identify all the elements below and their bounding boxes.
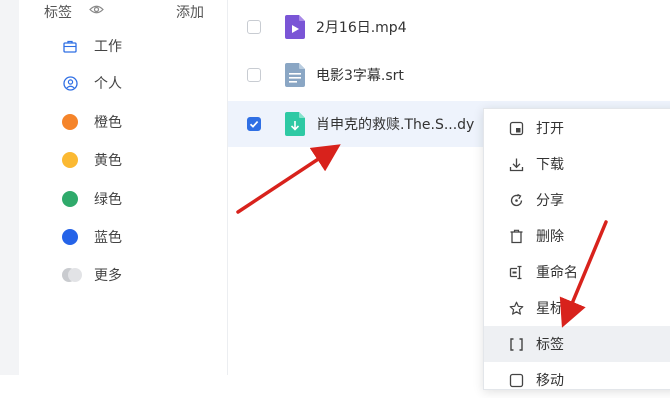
- tags-section-title: 标签: [44, 5, 72, 21]
- more-colors-icon: [62, 267, 82, 283]
- download-icon: [508, 156, 524, 172]
- file-name: 肖申克的救赎.The.S...dy: [316, 117, 475, 133]
- menu-item-label: 星标: [536, 301, 564, 317]
- menu-item-label: 移动: [536, 373, 564, 389]
- menu-item-rename[interactable]: 重命名: [484, 254, 670, 290]
- menu-item-label: 打开: [536, 121, 564, 137]
- eye-icon[interactable]: [89, 4, 104, 15]
- menu-item-label: 删除: [536, 229, 564, 245]
- add-tag-button[interactable]: 添加: [176, 2, 204, 22]
- menu-item-move[interactable]: 移动: [484, 362, 670, 398]
- sidebar-item-more[interactable]: 更多: [62, 263, 122, 287]
- sidebar-item-green[interactable]: 绿色: [62, 187, 122, 211]
- file-checkbox[interactable]: [247, 68, 261, 82]
- sidebar-item-work[interactable]: 工作: [62, 34, 122, 58]
- sidebar-item-label: 个人: [94, 76, 122, 92]
- sidebar-item-label: 工作: [94, 39, 122, 55]
- sidebar-item-label: 蓝色: [94, 230, 122, 246]
- person-icon: [62, 75, 78, 91]
- menu-item-label: 下载: [536, 157, 564, 173]
- green-dot-icon: [62, 191, 78, 207]
- left-gutter: [0, 0, 19, 375]
- text-file-icon: [285, 63, 305, 87]
- context-menu: 打开 下载 分享 删除 重命名 星标 标签 移动: [483, 108, 670, 390]
- sidebar-item-personal[interactable]: 个人: [62, 71, 122, 95]
- menu-item-tag[interactable]: 标签: [484, 326, 670, 362]
- sidebar-item-label: 黄色: [94, 153, 122, 169]
- star-icon: [508, 300, 524, 316]
- sidebar-item-label: 绿色: [94, 192, 122, 208]
- menu-item-label: 标签: [536, 337, 564, 353]
- trash-icon: [508, 228, 524, 244]
- rename-icon: [508, 264, 524, 280]
- download-file-icon: [285, 112, 305, 136]
- orange-dot-icon: [62, 114, 78, 130]
- yellow-dot-icon: [62, 152, 78, 168]
- menu-item-download[interactable]: 下载: [484, 146, 670, 182]
- sidebar-item-blue[interactable]: 蓝色: [62, 225, 122, 249]
- sidebar-item-yellow[interactable]: 黄色: [62, 148, 122, 172]
- tag-bracket-icon: [508, 336, 524, 352]
- move-icon: [508, 372, 524, 388]
- menu-item-open[interactable]: 打开: [484, 110, 670, 146]
- red-arrow-to-file: [236, 144, 341, 214]
- menu-item-delete[interactable]: 删除: [484, 218, 670, 254]
- file-name: 2月16日.mp4: [316, 20, 407, 36]
- video-file-icon: [285, 15, 305, 39]
- file-name: 电影3字幕.srt: [316, 68, 404, 84]
- share-icon: [508, 192, 524, 208]
- sidebar-item-orange[interactable]: 橙色: [62, 110, 122, 134]
- file-row[interactable]: 2月16日.mp4: [228, 8, 670, 46]
- menu-item-label: 分享: [536, 193, 564, 209]
- briefcase-icon: [62, 38, 78, 54]
- file-row[interactable]: 电影3字幕.srt: [228, 56, 670, 94]
- open-icon: [508, 120, 524, 136]
- sidebar-item-label: 更多: [94, 268, 122, 284]
- menu-item-share[interactable]: 分享: [484, 182, 670, 218]
- menu-item-label: 重命名: [536, 265, 578, 281]
- sidebar-item-label: 橙色: [94, 115, 122, 131]
- tag-sidebar: [19, 0, 227, 375]
- file-checkbox[interactable]: [247, 20, 261, 34]
- file-checkbox-checked[interactable]: [247, 117, 261, 131]
- menu-item-star[interactable]: 星标: [484, 290, 670, 326]
- blue-dot-icon: [62, 229, 78, 245]
